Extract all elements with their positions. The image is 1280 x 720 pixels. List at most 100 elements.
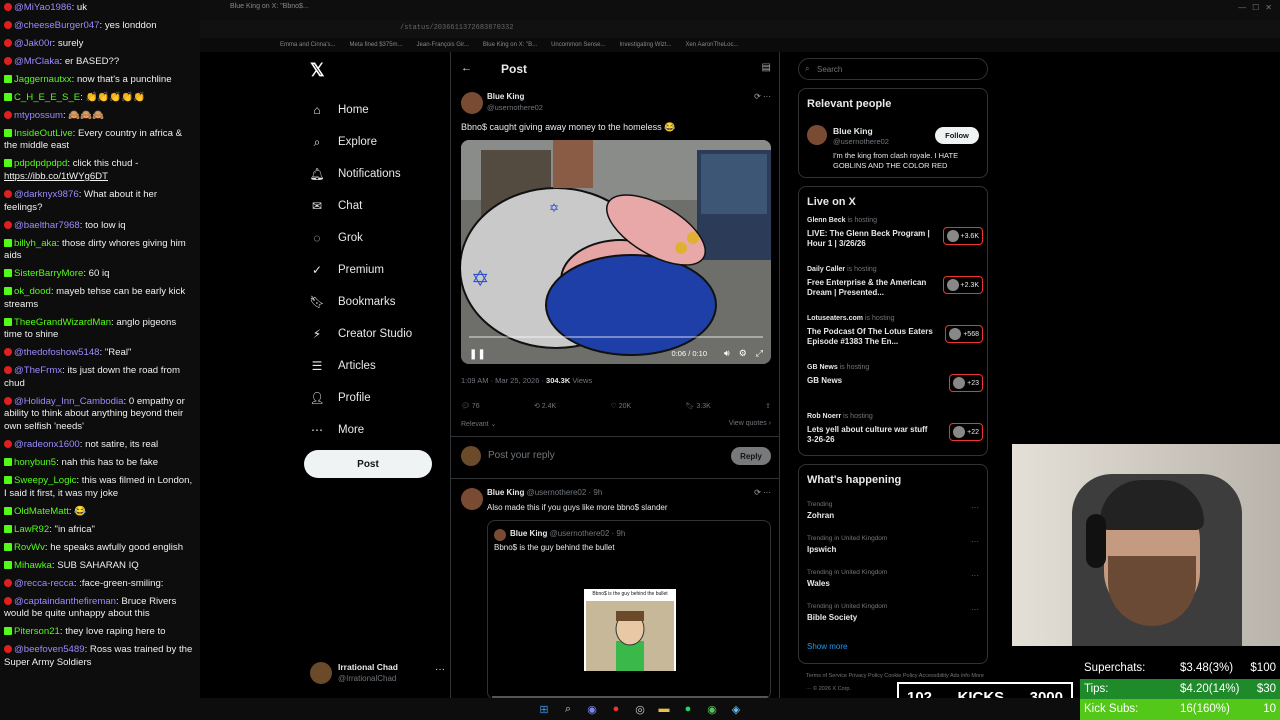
live-title[interactable]: Free Enterprise & the American Dream | P…	[807, 278, 935, 298]
account-switcher[interactable]: Irrational Chad @IrrationalChad ···	[310, 660, 445, 686]
author-name[interactable]: Blue King @usernothere02 · 9h	[487, 488, 602, 497]
bookmark-action[interactable]: 🔖︎ 3.3K	[686, 402, 711, 410]
video-player[interactable]: ✡ ✡ ❚❚ 0:06 / 0:10 🔊︎ ⚙ ⤢	[461, 140, 771, 364]
person-name[interactable]: Blue King	[833, 126, 873, 136]
post-more-icon[interactable]: ⟳ ···	[754, 488, 771, 497]
chat-link[interactable]: https://ibb.co/1tWYg6DT	[4, 171, 108, 182]
live-item[interactable]: Lotuseaters.com is hosting The Podcast Of…	[807, 315, 983, 359]
chat-username[interactable]: @Jak00r	[14, 38, 53, 49]
person-handle[interactable]: @usernothere02	[833, 137, 889, 146]
avatar[interactable]	[461, 92, 483, 114]
windows-start-icon[interactable]: ⊞	[537, 703, 551, 716]
more-icon[interactable]: ···	[435, 664, 445, 675]
nav-item-bookmarks[interactable]: 🔖︎ Bookmarks	[306, 286, 466, 318]
chat-username[interactable]: LawR92	[14, 524, 49, 535]
trend-name[interactable]: Wales	[807, 579, 830, 588]
chat-username[interactable]: RovWv	[14, 542, 45, 553]
live-title[interactable]: GB News	[807, 376, 935, 386]
chat-username[interactable]: @beefoven5489	[14, 644, 85, 655]
trend-name[interactable]: Bible Society	[807, 613, 857, 622]
nav-item-profile[interactable]: 👤︎ Profile	[306, 382, 466, 414]
fullscreen-icon[interactable]: ⤢	[756, 348, 763, 359]
trend-item[interactable]: Trending in United Kingdom Ipswich ···	[807, 535, 983, 565]
chat-username[interactable]: InsideOutLive	[14, 128, 73, 139]
quote-image[interactable]: Bbno$ is the guy behind the bullet	[584, 589, 676, 671]
chat-username[interactable]: @Holiday_Inn_Cambodia	[14, 396, 123, 407]
chat-username[interactable]: SisterBarryMore	[14, 268, 83, 279]
chat-username[interactable]: @MiYao1986	[14, 2, 72, 13]
bookmark-item[interactable]: Blue King on X: "B...	[483, 42, 537, 48]
chat-username[interactable]: C_H_E_E_S_E	[14, 92, 80, 103]
chat-username[interactable]: Sweepy_Logic	[14, 475, 76, 486]
post-button[interactable]: Post	[304, 450, 432, 478]
video-progress-bar[interactable]	[469, 336, 763, 338]
chrome-icon[interactable]: ◎	[633, 703, 647, 716]
chat-username[interactable]: mtypossum	[14, 110, 63, 121]
live-host-name[interactable]: Lotuseaters.com	[807, 315, 863, 322]
spotify-icon[interactable]: ●	[681, 703, 695, 715]
trend-item[interactable]: Trending in United Kingdom Wales ···	[807, 569, 983, 599]
xbox-icon[interactable]: ◉	[705, 703, 719, 716]
show-more-link[interactable]: Show more	[807, 642, 847, 651]
chat-username[interactable]: Piterson21	[14, 626, 60, 637]
nav-item-home[interactable]: ⌂ Home	[306, 94, 466, 126]
chat-username[interactable]: @radeonx1600	[14, 439, 80, 450]
live-item[interactable]: GB News is hosting GB News +23	[807, 364, 983, 408]
discord-icon[interactable]: ◉	[585, 703, 599, 716]
chat-username[interactable]: @thedofoshow5148	[14, 347, 100, 358]
nav-item-creator-studio[interactable]: ⚡︎ Creator Studio	[306, 318, 466, 350]
reader-icon[interactable]: ▤	[762, 62, 771, 73]
trend-item[interactable]: Trending in United Kingdom Bible Society ·…	[807, 603, 983, 633]
bookmark-item[interactable]: Meta fined $375m...	[350, 42, 403, 48]
chat-username[interactable]: @darknyx9876	[14, 189, 79, 200]
steam-icon[interactable]: ◈	[729, 703, 743, 716]
live-host-name[interactable]: GB News	[807, 364, 838, 371]
follow-button[interactable]: Follow	[935, 127, 979, 144]
folder-icon[interactable]: ▬	[657, 703, 671, 715]
live-title[interactable]: Lets yell about culture war stuff 3-26-2…	[807, 425, 935, 445]
live-item[interactable]: Rob Noerr is hosting Lets yell about cult…	[807, 413, 983, 457]
chat-username[interactable]: OldMateMatt	[14, 506, 69, 517]
trend-item[interactable]: Trending Zohran ···	[807, 501, 983, 531]
chat-username[interactable]: @MrClaka	[14, 56, 59, 67]
nav-item-more[interactable]: ⋯ More	[306, 414, 466, 446]
bookmark-item[interactable]: Xen AaronTheLoc...	[685, 42, 738, 48]
bookmark-item[interactable]: Emma and Cinna's...	[280, 42, 336, 48]
chat-username[interactable]: pdpdpdpdpd	[14, 158, 67, 169]
more-icon[interactable]: ···	[971, 503, 979, 512]
nav-item-explore[interactable]: ⌕ Explore	[306, 126, 466, 158]
bookmark-item[interactable]: Investigating Wizt...	[619, 42, 671, 48]
nav-item-premium[interactable]: ✓ Premium	[306, 254, 466, 286]
browser-tab[interactable]: Blue King on X: "Bbno$...	[230, 3, 309, 10]
trend-name[interactable]: Ipswich	[807, 545, 836, 554]
minimize-icon[interactable]: —	[1238, 3, 1246, 12]
like-action[interactable]: ♡ 20K	[611, 402, 632, 410]
live-item[interactable]: Daily Caller is hosting Free Enterprise &…	[807, 266, 983, 310]
x-logo-icon[interactable]: 𝕏	[310, 60, 325, 81]
chat-username[interactable]: honybun5	[14, 457, 56, 468]
post-author[interactable]: Blue King @usernothere02 ⟳ ···	[461, 92, 771, 116]
nav-item-notifications[interactable]: 🔔︎ Notifications	[306, 158, 466, 190]
post-more-icon[interactable]: ⟳ ···	[754, 92, 771, 101]
maximize-icon[interactable]: ☐	[1252, 3, 1259, 12]
chat-username[interactable]: Jaggernautxx	[14, 74, 72, 85]
url-text[interactable]: /status/2036611372683870332	[400, 24, 513, 32]
reply-input[interactable]: Post your reply	[488, 450, 555, 461]
settings-icon[interactable]: ⚙	[739, 348, 747, 359]
reply-author-name[interactable]: Blue King	[487, 488, 524, 497]
search-input[interactable]: ⌕ Search	[798, 58, 988, 80]
nav-item-chat[interactable]: ✉︎ Chat	[306, 190, 466, 222]
relevant-sort[interactable]: Relevant ⌄	[461, 421, 496, 428]
live-item[interactable]: Glenn Beck is hosting LIVE: The Glenn Bec…	[807, 217, 983, 261]
nav-item-articles[interactable]: ☰ Articles	[306, 350, 466, 382]
avatar[interactable]	[807, 125, 827, 145]
chat-username[interactable]: @recca-recca	[14, 578, 74, 589]
chat-username[interactable]: Mihawka	[14, 560, 52, 571]
chat-username[interactable]: @cheeseBurger047	[14, 20, 99, 31]
volume-icon[interactable]: 🔊︎	[724, 348, 730, 359]
chat-username[interactable]: TheeGrandWizardMan	[14, 317, 111, 328]
nav-item-grok[interactable]: ◌ Grok	[306, 222, 466, 254]
live-title[interactable]: LIVE: The Glenn Beck Program | Hour 1 | …	[807, 229, 935, 249]
chat-username[interactable]: ok_dood	[14, 286, 51, 297]
author-name[interactable]: Blue King	[487, 92, 524, 101]
